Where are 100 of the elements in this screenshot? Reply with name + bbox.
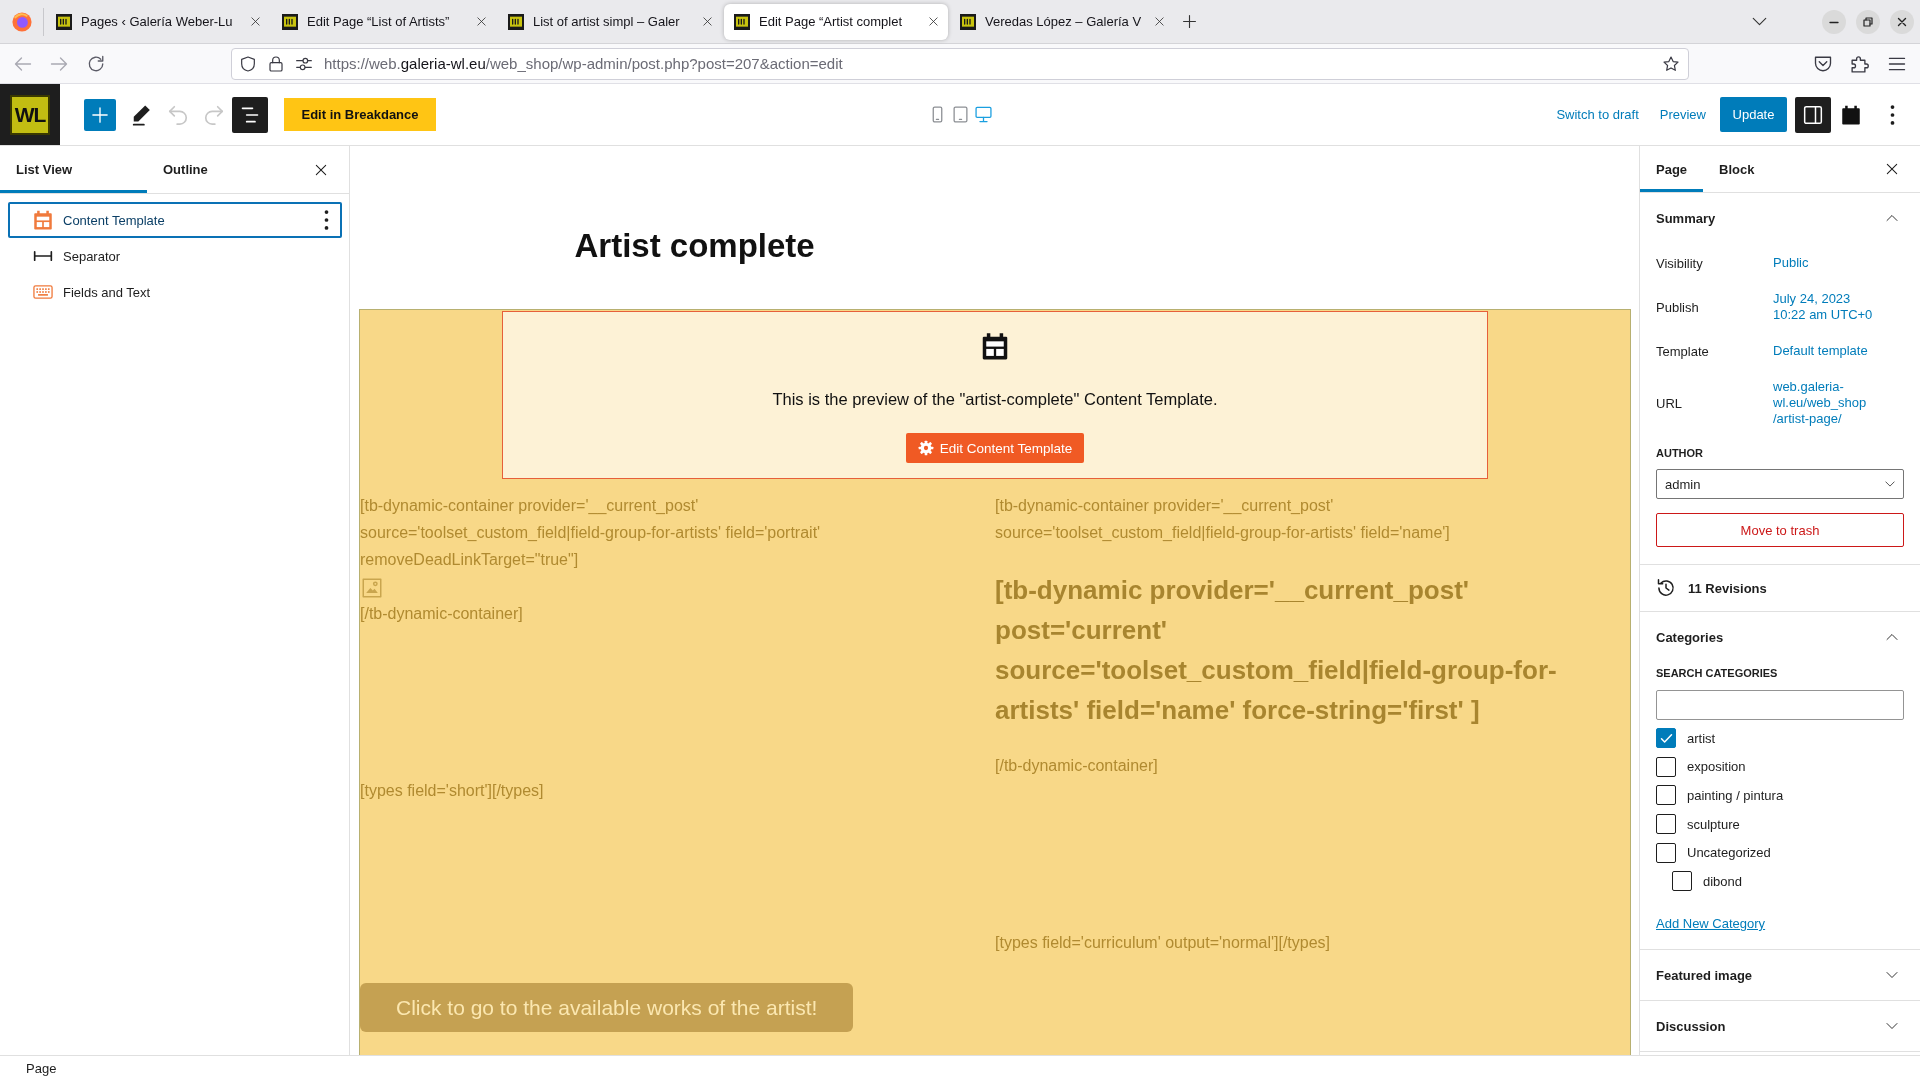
shortcode-text: [/tb-dynamic-container] bbox=[360, 604, 523, 624]
browser-logo-icon[interactable] bbox=[11, 11, 32, 32]
close-icon[interactable] bbox=[928, 16, 939, 27]
category-label[interactable]: exposition bbox=[1687, 759, 1746, 775]
add-category-link[interactable]: Add New Category bbox=[1656, 916, 1766, 932]
tablet-icon[interactable] bbox=[951, 106, 969, 123]
list-view-button[interactable] bbox=[232, 96, 268, 133]
plus-icon[interactable] bbox=[1182, 14, 1197, 29]
browser-tab[interactable]: Pages ‹ Galería Weber-Lu bbox=[46, 3, 270, 40]
shortcode-heading: [tb-dynamic provider='__current_post' post='current' source='toolset_custom_field|field-group-for-artists' field='name' force-string='first' ] bbox=[995, 574, 1558, 727]
browser-tab[interactable]: Edit Page “List of Artists” bbox=[272, 3, 496, 40]
desktop-icon[interactable] bbox=[974, 106, 992, 123]
close-icon[interactable] bbox=[702, 16, 713, 27]
browser-tab[interactable]: List of artist simpl – Galer bbox=[498, 3, 722, 40]
summary-value-link[interactable]: Default template bbox=[1773, 343, 1868, 359]
chevron-shield-icon[interactable] bbox=[1814, 54, 1832, 73]
broken-image-icon bbox=[362, 578, 382, 598]
shortcode-text: [/tb-dynamic-container] bbox=[995, 756, 1158, 776]
checkbox[interactable] bbox=[1656, 756, 1676, 777]
separator-icon bbox=[33, 251, 53, 261]
sidebar-icon bbox=[1803, 104, 1823, 125]
history-icon bbox=[1656, 578, 1676, 598]
field-label: Publish bbox=[1656, 299, 1700, 315]
close-icon[interactable] bbox=[314, 162, 328, 177]
reload-icon[interactable] bbox=[87, 54, 105, 73]
revisions-button[interactable]: 11 Revisions bbox=[1640, 565, 1920, 612]
lock-icon[interactable] bbox=[268, 55, 284, 72]
close-icon[interactable] bbox=[250, 16, 261, 27]
summary-value-link[interactable]: July 24, 2023 10:22 am UTC+0 bbox=[1773, 291, 1873, 323]
sidebar-tab[interactable]: List View bbox=[0, 146, 147, 193]
checkbox[interactable] bbox=[1656, 728, 1676, 749]
checkbox[interactable] bbox=[1672, 871, 1692, 892]
favicon-icon bbox=[508, 13, 524, 30]
settings-button[interactable] bbox=[1795, 96, 1831, 133]
browser-tab[interactable]: Edit Page “Artist complet bbox=[724, 3, 948, 40]
update-button[interactable]: Update bbox=[1720, 97, 1787, 132]
panel-header[interactable]: Summary bbox=[1656, 193, 1904, 243]
block-list-item[interactable]: Content Template bbox=[8, 202, 342, 238]
summary-value-link[interactable]: web.galeria- wl.eu/web_shop /artist-page/ bbox=[1773, 379, 1867, 427]
header-link[interactable]: Switch to draft bbox=[1556, 107, 1639, 122]
block-list-item[interactable]: Fields and Text bbox=[8, 274, 342, 310]
field-label: Template bbox=[1656, 343, 1710, 359]
category-label[interactable]: artist bbox=[1687, 730, 1716, 746]
move-to-trash-button[interactable]: Move to trash bbox=[1656, 513, 1904, 547]
close-icon[interactable] bbox=[1885, 162, 1899, 176]
restore-icon[interactable] bbox=[1856, 9, 1880, 34]
checkbox[interactable] bbox=[1656, 814, 1676, 835]
favicon-icon bbox=[56, 13, 72, 30]
add-block-button[interactable] bbox=[84, 98, 116, 131]
sidebar-tab[interactable]: Page bbox=[1640, 146, 1704, 192]
panel-header[interactable]: Categories bbox=[1656, 612, 1904, 662]
browser-tab[interactable]: Veredas López – Galería V bbox=[950, 3, 1174, 40]
plus-icon bbox=[91, 105, 109, 124]
author-select[interactable]: admin bbox=[1656, 469, 1904, 499]
checkbox[interactable] bbox=[1656, 842, 1676, 863]
url-text: https://web.galeria-wl.eu/web_shop/wp-admin/post.php?post=207&action=edit bbox=[324, 55, 843, 72]
calendar-icon bbox=[33, 210, 53, 230]
block-list-item[interactable]: Separator bbox=[8, 238, 342, 274]
search-field[interactable] bbox=[1656, 690, 1904, 720]
calendar-icon bbox=[981, 331, 1009, 361]
category-label[interactable]: dibond bbox=[1703, 873, 1743, 889]
shortcode-text: [types field='curriculum' output='normal'][/types] bbox=[995, 933, 1331, 953]
header-link[interactable]: Preview bbox=[1659, 107, 1706, 122]
field-label: Visibility bbox=[1656, 255, 1704, 271]
favicon-icon bbox=[734, 13, 750, 30]
sidebar-tab[interactable]: Block bbox=[1703, 146, 1771, 192]
site-logo[interactable]: WL bbox=[0, 84, 60, 145]
shortcode-text: [tb-dynamic-container provider='__current_post' source='toolset_custom_field|field-group-for-artists' field='portrait' removeDeadLinkTarget="true"] bbox=[360, 496, 822, 570]
address-bar[interactable]: https://web.galeria-wl.eu/web_shop/wp-admin/post.php?post=207&action=edit bbox=[231, 47, 1689, 80]
field-label: SEARCH CATEGORIES bbox=[1656, 666, 1779, 681]
sidebar-tab[interactable]: Outline bbox=[147, 146, 294, 193]
category-label[interactable]: painting / pintura bbox=[1687, 788, 1784, 803]
breadcrumb-item[interactable]: Page bbox=[26, 1060, 57, 1076]
checkbox[interactable] bbox=[1656, 785, 1676, 806]
panel-header[interactable]: Featured image bbox=[1656, 950, 1904, 1000]
more-options-icon[interactable] bbox=[1890, 104, 1895, 125]
shortcode-text: [types field='short'][/types] bbox=[360, 781, 544, 801]
field-label: AUTHOR bbox=[1656, 446, 1705, 461]
edit-in-builder-button[interactable]: Edit in Breakdance bbox=[284, 98, 436, 131]
calendar-icon[interactable] bbox=[1841, 103, 1861, 126]
panel-header[interactable]: Discussion bbox=[1656, 1001, 1904, 1051]
favicon-icon bbox=[282, 13, 298, 30]
more-options-icon[interactable] bbox=[324, 210, 329, 230]
star-icon[interactable] bbox=[1663, 55, 1679, 72]
close-icon[interactable] bbox=[476, 16, 487, 27]
category-label[interactable]: Uncategorized bbox=[1687, 845, 1771, 861]
field-label: URL bbox=[1656, 395, 1683, 411]
page-title: Artist complete bbox=[574, 226, 816, 266]
favicon-icon bbox=[960, 13, 976, 30]
keyboard-icon bbox=[33, 285, 53, 299]
gear-icon bbox=[917, 440, 934, 456]
chevron-down-icon bbox=[1885, 479, 1895, 489]
puzzle-icon[interactable] bbox=[1851, 54, 1869, 73]
shortcode-text: [tb-dynamic-container provider='__current_post' source='toolset_custom_field|field-group-for-artists' field='name'] bbox=[995, 496, 1451, 543]
shield-icon[interactable] bbox=[240, 55, 256, 72]
close-icon[interactable] bbox=[1154, 16, 1165, 27]
sliders-icon[interactable] bbox=[296, 55, 312, 72]
summary-value-link[interactable]: Public bbox=[1773, 255, 1809, 271]
close-icon[interactable] bbox=[1890, 9, 1914, 34]
category-label[interactable]: sculpture bbox=[1687, 816, 1740, 832]
